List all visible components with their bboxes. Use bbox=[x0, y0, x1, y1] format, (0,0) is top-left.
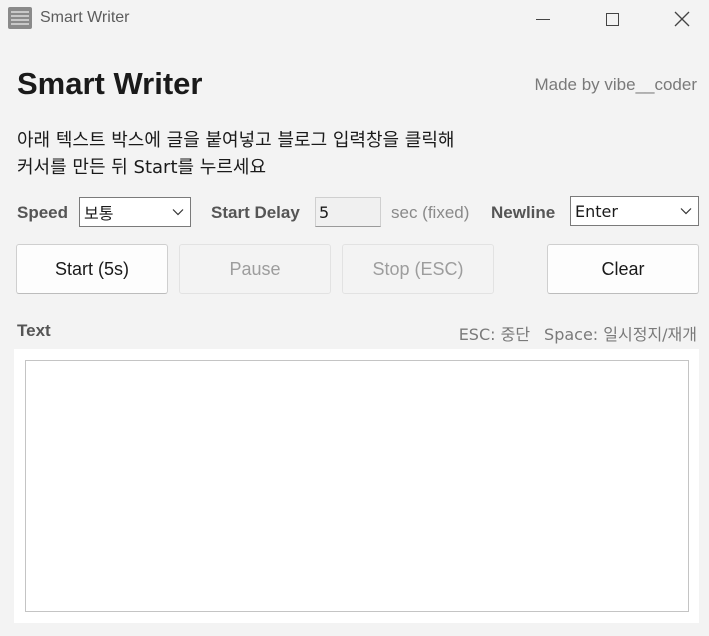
start-delay-label: Start Delay bbox=[211, 203, 300, 222]
minimize-button[interactable] bbox=[520, 0, 566, 38]
speed-select-value: 보통 bbox=[84, 204, 114, 223]
text-label: Text bbox=[17, 321, 51, 340]
speed-label: Speed bbox=[17, 203, 69, 222]
text-input-area[interactable] bbox=[25, 360, 689, 612]
clear-button[interactable]: Clear bbox=[547, 244, 699, 294]
page-title: Smart Writer bbox=[17, 66, 203, 101]
start-delay-input: 5 bbox=[315, 197, 381, 227]
minimize-icon bbox=[536, 18, 550, 20]
shortcut-hint: ESC: 중단 Space: 일시정지/재개 bbox=[459, 321, 697, 345]
app-icon bbox=[8, 7, 32, 29]
esc-hint: ESC: 중단 bbox=[458, 325, 531, 344]
maximize-button[interactable] bbox=[589, 0, 635, 38]
newline-select[interactable]: Enter bbox=[570, 196, 699, 226]
credit-text: Made by vibe__coder bbox=[534, 75, 697, 94]
space-hint: Space: 일시정지/재개 bbox=[544, 325, 697, 344]
pause-button[interactable]: Pause bbox=[179, 244, 331, 294]
speed-select[interactable]: 보통 bbox=[79, 197, 191, 227]
instruction-line-2: 커서를 만든 뒤 Start를 누르세요 bbox=[17, 157, 267, 178]
stop-button[interactable]: Stop (ESC) bbox=[342, 244, 494, 294]
newline-label: Newline bbox=[491, 203, 556, 222]
close-button[interactable] bbox=[659, 0, 705, 38]
title-bar[interactable]: Smart Writer bbox=[0, 0, 709, 38]
app-window: Smart Writer Smart Writer Made by vibe__… bbox=[0, 0, 709, 636]
newline-select-value: Enter bbox=[575, 201, 618, 221]
chevron-down-icon bbox=[680, 208, 692, 215]
start-button[interactable]: Start (5s) bbox=[16, 244, 168, 294]
instructions: 아래 텍스트 박스에 글을 붙여넣고 블로그 입력창을 클릭해 커서를 만든 뒤… bbox=[17, 127, 455, 181]
start-delay-unit: sec (fixed) bbox=[391, 203, 470, 222]
window-title: Smart Writer bbox=[40, 9, 130, 26]
instruction-line-1: 아래 텍스트 박스에 글을 붙여넣고 블로그 입력창을 클릭해 bbox=[17, 130, 455, 151]
close-icon bbox=[674, 11, 690, 27]
chevron-down-icon bbox=[172, 209, 184, 216]
maximize-icon bbox=[605, 12, 619, 26]
